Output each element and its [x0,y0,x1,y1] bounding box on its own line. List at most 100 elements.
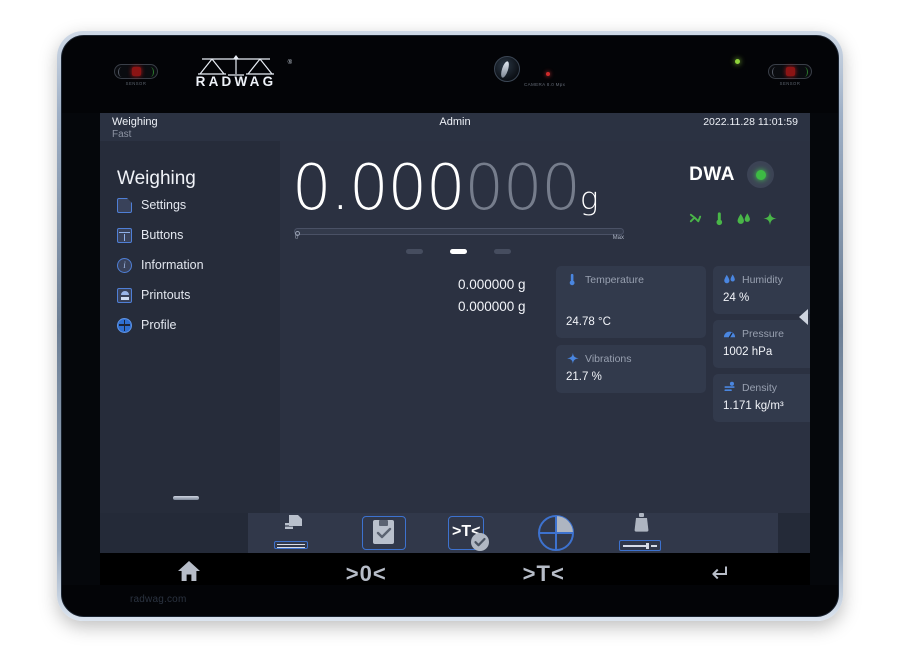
printer-with-bar-icon [285,515,302,529]
capacity-bar-track [294,228,624,235]
capacity-bar-max-label: Max [612,235,624,241]
camera-led-icon [546,72,550,76]
sensor-module-right[interactable] [768,64,812,79]
main-panel: 0.000000g DWA 0 Max 0.000000 g 0.000000 … [280,141,810,513]
page-dot[interactable] [494,249,511,254]
window-icon [117,227,132,243]
sensor-arc-right2-icon [801,67,808,77]
dwa-indicator[interactable]: DWA [689,161,774,188]
printer-icon [117,287,132,303]
card-value: 21.7 % [566,371,602,383]
sidebar-item-label: Settings [141,197,187,212]
underline-bar-icon [274,541,308,549]
secondary-value: 0.000000 g [458,277,526,292]
card-title: Temperature [585,273,644,286]
radwag-wordmark: RADWAG [195,74,277,89]
card-value: 1.171 kg/m³ [723,400,784,412]
sensor-right-label: SENSOR [779,81,801,86]
document-icon [117,197,132,213]
capacity-bar: 0 Max [294,227,624,241]
status-bar: Weighing Fast Admin 2022.11.28 11:01:59 [100,113,810,141]
sensor-card-density[interactable]: Density 1.171 kg/m³ [713,374,810,422]
sidebar-item-profile[interactable]: Profile [117,310,280,340]
secondary-values: 0.000000 g 0.000000 g [458,274,526,318]
page-indicator[interactable] [406,249,511,254]
sensor-card-vibrations[interactable]: Vibrations 21.7 % [556,345,706,393]
info-icon: i [117,257,132,273]
sidebar-title: Weighing [117,168,196,189]
printout-button[interactable] [274,515,320,550]
sparkle-icon [566,352,579,365]
status-bar-subtitle: Fast [112,129,132,140]
sidebar-item-label: Buttons [141,227,184,242]
page-dot[interactable] [406,249,423,254]
sensor-arc-right-icon [147,67,154,77]
weight-dim-digits: 000 [464,151,581,224]
card-header: Pressure [723,327,810,340]
sidebar-item-information[interactable]: i Information [117,250,280,280]
card-title: Density [742,381,778,394]
top-bezel: SENSOR RADWAG ® CAMERA 8.0 Mpx SENSOR [62,36,838,113]
sidebar-item-label: Printouts [141,287,191,302]
airflow-icon [688,211,703,229]
radwag-logo: RADWAG ® [184,54,292,96]
sensor-left-label: SENSOR [125,81,147,86]
weight-bright-digits: 0.000 [292,151,465,224]
temperature-icon [712,211,727,229]
humidity-icon [736,211,753,229]
card-header: Humidity [723,273,810,286]
profile-icon [117,317,132,333]
card-title: Pressure [742,327,785,340]
collapse-panel-arrow-icon[interactable] [799,309,808,325]
status-bar-datetime: 2022.11.28 11:01:59 [703,116,798,128]
secondary-value: 0.000000 g [458,299,526,314]
power-led-icon [735,59,740,64]
tare-icon: >T< [522,561,565,586]
sensor-card-pressure[interactable]: Pressure 1002 hPa [713,320,810,368]
gauge-icon [723,327,736,340]
adjustment-button[interactable] [534,515,578,551]
card-header: Temperature [566,273,696,286]
sensor-arc-left2-icon [772,67,779,77]
save-button[interactable] [362,516,406,550]
camera-lens-icon [494,56,520,82]
camera-label: CAMERA 8.0 Mpx [524,82,566,87]
pie-quarters-icon [538,515,574,551]
sensor-arc-left-icon [118,67,125,77]
drag-handle[interactable] [173,496,199,500]
tare-confirm-button[interactable]: >T< [448,516,492,551]
sensor-card-temperature[interactable]: Temperature 24.78 °C [556,266,706,338]
save-disk-icon [373,520,394,544]
calibration-button[interactable] [619,513,664,551]
sensor-led-right-icon [785,67,795,76]
zero-icon: >0< [345,561,387,586]
bottom-bezel: radwag.com [62,585,838,616]
sensor-card-humidity[interactable]: Humidity 24 % [713,266,810,314]
sidebar-item-printouts[interactable]: Printouts [117,280,280,310]
weight-unit: g [579,181,599,217]
weight-value: 0.000000g [292,149,599,238]
sidebar-item-settings[interactable]: Settings [117,190,280,220]
weight-slider-icon [634,513,649,532]
camera-module: CAMERA 8.0 Mpx [494,56,614,96]
sidebar-item-label: Information [141,257,204,272]
sensor-module-left[interactable] [114,64,158,79]
density-icon [723,381,736,394]
sensor-led-left-icon [131,67,141,76]
quick-action-toolbar: >T< [248,513,778,553]
capacity-bar-min-label: 0 [295,235,299,241]
vibration-icon [762,211,778,229]
sidebar-item-label: Profile [141,317,177,332]
slider-bar-icon [619,540,661,551]
balance-device: SENSOR RADWAG ® CAMERA 8.0 Mpx SENSOR We… [57,31,843,621]
sidebar-item-buttons[interactable]: Buttons [117,220,280,250]
balance-scale-icon [198,55,274,76]
card-value: 24 % [723,292,750,304]
card-header: Density [723,381,810,394]
sidebar: Weighing Settings Buttons i Information … [100,141,280,513]
registered-mark: ® [287,60,292,66]
dwa-led-icon [747,161,774,188]
thermometer-icon [566,273,579,286]
page-dot-active[interactable] [450,249,467,254]
card-title: Humidity [742,273,783,286]
